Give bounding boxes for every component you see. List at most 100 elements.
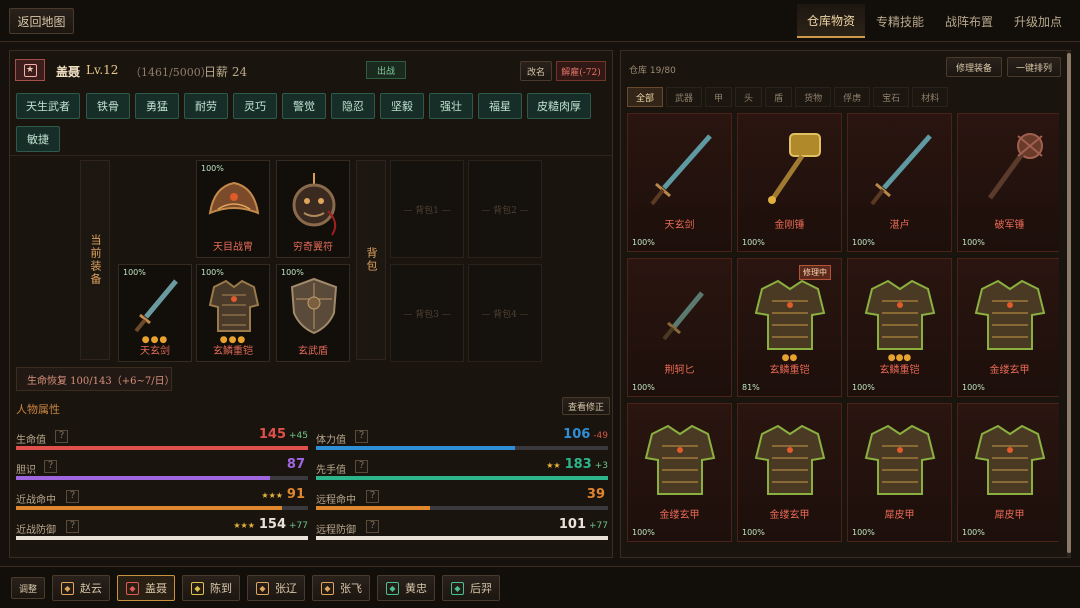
hero-name: 后羿 (470, 582, 492, 595)
deploy-badge[interactable]: 出战 (366, 61, 406, 79)
trait-tag[interactable]: 强壮 (429, 93, 473, 119)
stat-label: 近战防御 (16, 525, 56, 536)
filter-materials[interactable]: 材料 (912, 87, 949, 107)
help-icon[interactable]: ? (355, 430, 368, 443)
trait-tag[interactable]: 天生武者 (16, 93, 80, 119)
character-pay: 日薪 24 (204, 65, 248, 79)
stat-values: 106 -49 (559, 427, 608, 442)
item-name: 金缕玄甲 (769, 510, 810, 521)
hero-tab[interactable]: ◆ 陈到 (182, 575, 240, 601)
trait-tag[interactable]: 耐劳 (184, 93, 228, 119)
shield-icon (290, 277, 338, 335)
armor-icon (754, 424, 826, 495)
filter-all[interactable]: 全部 (627, 87, 664, 107)
warehouse-item[interactable]: 修理中 ●● 玄鳞重铠 81% (737, 258, 842, 397)
equip-slot-body[interactable]: 100% ●●● 玄鳞重铠 (196, 264, 270, 362)
stat-bar (16, 506, 308, 510)
stat-bar (16, 536, 308, 540)
stat-row: 近战命中? ★★★ 91 (16, 487, 308, 517)
warehouse-item[interactable]: 犀皮甲 100% (847, 403, 952, 542)
help-icon[interactable]: ? (66, 520, 79, 533)
durability-label: 100% (962, 528, 985, 537)
bag-slot-4[interactable]: — 背包4 — (468, 264, 542, 362)
bag-slot-2[interactable]: — 背包2 — (468, 160, 542, 258)
tab-warehouse[interactable]: 仓库物资 (797, 4, 865, 38)
warehouse-item[interactable]: 金刚锤 100% (737, 113, 842, 252)
trait-tag[interactable]: 警觉 (282, 93, 326, 119)
filter-head[interactable]: 头 (735, 87, 763, 107)
help-icon[interactable]: ? (366, 520, 379, 533)
equip-slot-weapon[interactable]: 100% ●●● 天玄剑 (118, 264, 192, 362)
dagger-icon (662, 291, 704, 341)
trait-tag[interactable]: 福星 (478, 93, 522, 119)
stat-row: 近战防御? ★★★ 154 +77 (16, 517, 308, 547)
equip-slot-accessory[interactable]: 穷奇翼符 (276, 160, 350, 258)
trait-tag[interactable]: 勇猛 (135, 93, 179, 119)
filter-gems[interactable]: 宝石 (873, 87, 910, 107)
auto-sort-button[interactable]: 一键排列 (1007, 57, 1061, 77)
hero-tab[interactable]: ◆ 盖聂 (117, 575, 175, 601)
warehouse-item[interactable]: 金缕玄甲 100% (627, 403, 732, 542)
view-modifiers-button[interactable]: 查看修正 (562, 397, 610, 415)
hero-tab[interactable]: ◆ 张辽 (247, 575, 305, 601)
warehouse-item[interactable]: 犀皮甲 100% (957, 403, 1059, 542)
filter-armor[interactable]: 甲 (705, 87, 733, 107)
warehouse-item[interactable]: 湛卢 100% (847, 113, 952, 252)
warehouse-scrollbar[interactable] (1067, 51, 1071, 557)
trait-tag[interactable]: 铁骨 (86, 93, 130, 119)
hero-tab[interactable]: ◆ 后羿 (442, 575, 500, 601)
warehouse-item[interactable]: 金缕玄甲 100% (737, 403, 842, 542)
filter-weapon[interactable]: 武器 (666, 87, 703, 107)
armor-icon (864, 424, 936, 495)
stat-value: 106 (563, 427, 591, 442)
stat-row: 远程命中? 39 (316, 487, 608, 517)
hero-tab[interactable]: ◆ 张飞 (312, 575, 370, 601)
trait-tag[interactable]: 坚毅 (380, 93, 424, 119)
stat-bar-fill (316, 506, 430, 510)
trait-tag[interactable]: 皮糙肉厚 (527, 93, 591, 119)
hero-name: 黄忠 (405, 582, 427, 595)
trait-tag[interactable]: 隐忍 (331, 93, 375, 119)
hero-tab[interactable]: ◆ 赵云 (52, 575, 110, 601)
equip-slot-head[interactable]: 100% 天目战冑 (196, 160, 270, 258)
help-icon[interactable]: ? (366, 490, 379, 503)
filter-goods[interactable]: 货物 (795, 87, 832, 107)
health-regen-label: 生命恢复 100/143（+6~7/日） (16, 367, 175, 391)
stat-bar-fill (16, 476, 271, 480)
filter-captives[interactable]: 俘虏 (834, 87, 871, 107)
warehouse-item[interactable]: 荆轲匕 100% (627, 258, 732, 397)
help-icon[interactable]: ? (66, 490, 79, 503)
stat-value: 145 (258, 427, 286, 442)
tab-formation[interactable]: 战阵布置 (935, 4, 1003, 38)
dismiss-button[interactable]: 解雇(-72) (556, 61, 606, 81)
equip-slot-offhand[interactable]: 100% 玄武盾 (276, 264, 350, 362)
tab-levelup[interactable]: 升级加点 (1004, 4, 1072, 38)
repair-equipment-button[interactable]: 修理装备 (946, 57, 1002, 77)
warehouse-item[interactable]: ●●● 玄鳞重铠 100% (847, 258, 952, 397)
bag-slot-3[interactable]: — 背包3 — (390, 264, 464, 362)
stat-label: 体力值 (316, 435, 346, 446)
scroll-thumb[interactable] (1067, 53, 1071, 553)
tab-skills[interactable]: 专精技能 (866, 4, 934, 38)
trait-tag[interactable]: 敏捷 (16, 126, 60, 152)
bag-slot-1[interactable]: — 背包1 — (390, 160, 464, 258)
item-name: 玄鳞重铠 (769, 365, 810, 376)
warehouse-item[interactable]: 天玄剑 100% (627, 113, 732, 252)
help-icon[interactable]: ? (55, 430, 68, 443)
item-name: 玄鳞重铠 (213, 346, 253, 357)
character-header: ★ 盖聂 Lv.12 （1461/5000） 日薪 24 出战 改名 解雇(-7… (10, 51, 612, 89)
stat-label: 胆识 (16, 465, 36, 476)
back-to-map-button[interactable]: 返回地图 (9, 8, 74, 34)
help-icon[interactable]: ? (44, 460, 57, 473)
rename-button[interactable]: 改名 (520, 61, 552, 81)
stat-label: 生命值 (16, 435, 46, 446)
help-icon[interactable]: ? (355, 460, 368, 473)
trait-tag[interactable]: 灵巧 (233, 93, 277, 119)
hero-tab[interactable]: ◆ 黄忠 (377, 575, 435, 601)
warehouse-item[interactable]: 破军锤 100% (957, 113, 1059, 252)
warehouse-item[interactable]: 金缕玄甲 100% (957, 258, 1059, 397)
adjust-button[interactable]: 调整 (11, 577, 45, 599)
repairing-badge: 修理中 (799, 265, 831, 280)
stat-label: 远程命中 (316, 495, 356, 506)
filter-shield[interactable]: 盾 (765, 87, 793, 107)
